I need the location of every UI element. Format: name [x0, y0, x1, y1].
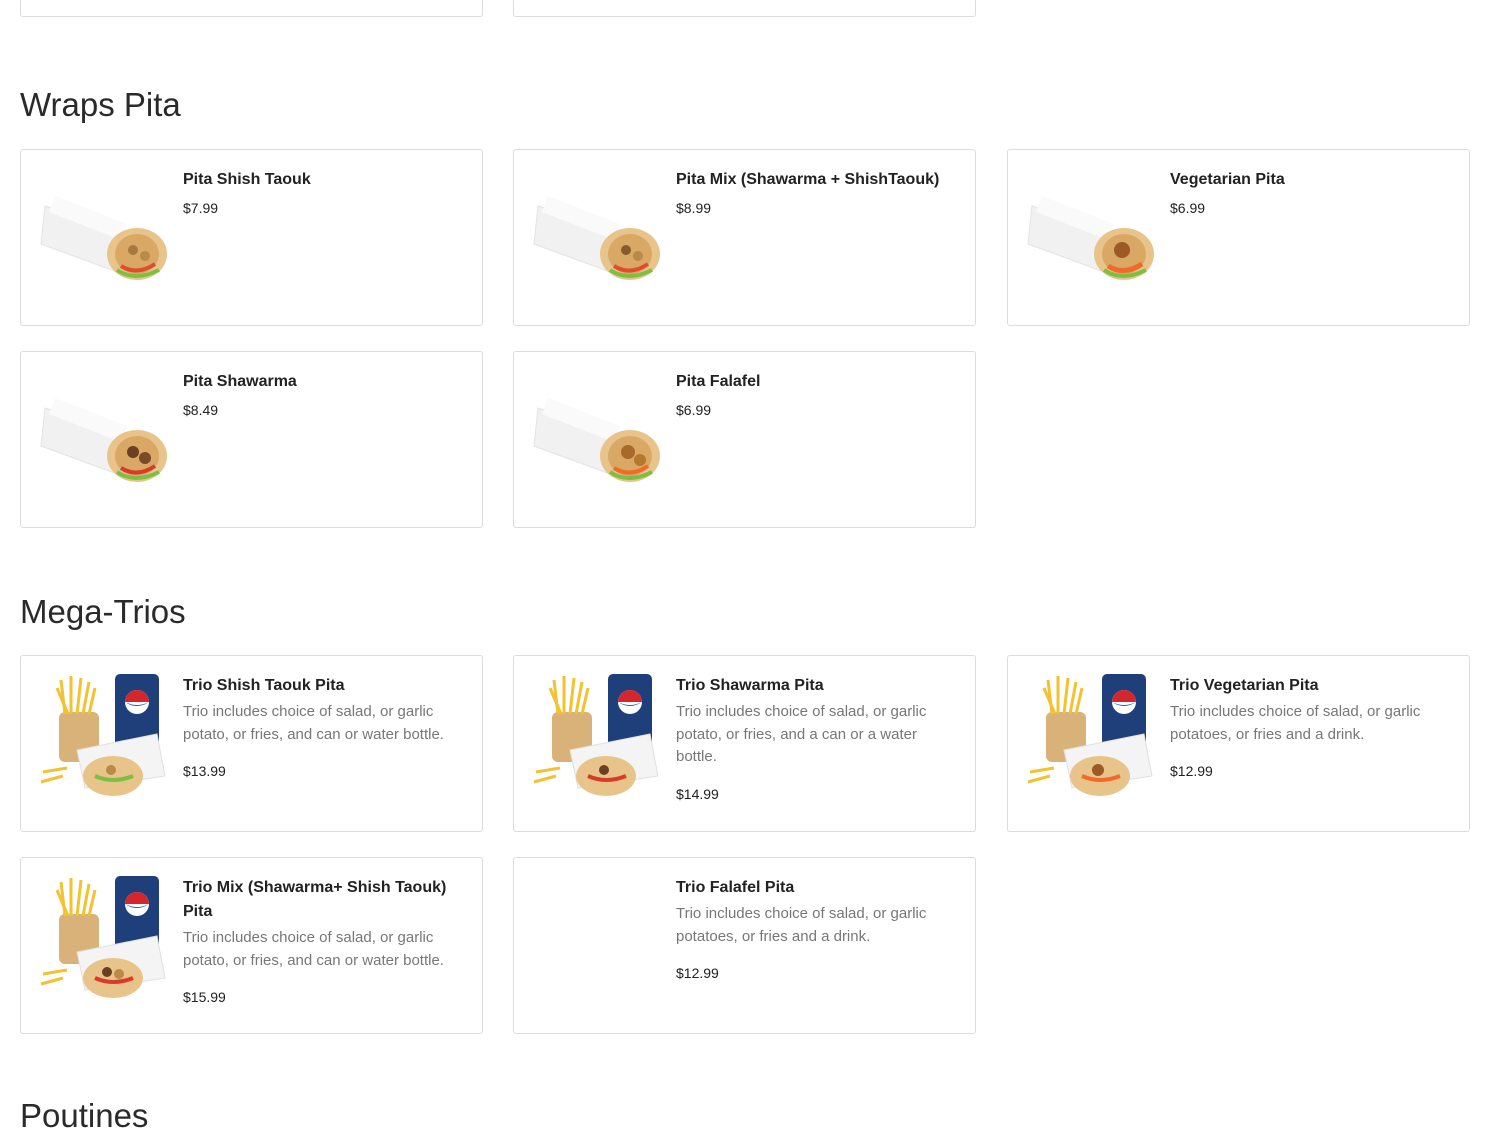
item-price: $13.99: [183, 763, 226, 779]
section-title-poutines: Poutines: [20, 1097, 149, 1128]
chicken-wrap-image: [37, 166, 167, 296]
item-price: $12.99: [1170, 763, 1213, 779]
trio-combo-image: [37, 672, 167, 802]
menu-item-card[interactable]: Trio Shawarma Pita Trio includes choice …: [513, 655, 976, 832]
item-price: $15.99: [183, 989, 226, 1005]
item-description: Trio includes choice of salad, or garlic…: [676, 905, 927, 945]
menu-item-card[interactable]: Trio Shish Taouk Pita Trio includes choi…: [20, 655, 483, 832]
item-price: $12.99: [676, 965, 719, 981]
item-description: Trio includes choice of salad, or garlic…: [183, 703, 444, 743]
item-price: $6.99: [1170, 200, 1206, 216]
item-name: Trio Shish Taouk Pita: [183, 677, 345, 694]
item-name: Vegetarian Pita: [1170, 171, 1285, 188]
menu-item-card[interactable]: Pita Shish Taouk $7.99: [20, 149, 483, 326]
menu-page: Wraps Pita Pita Shish Taouk $7.99 Pita M…: [0, 0, 1510, 1128]
item-description: Trio includes choice of salad, or garlic…: [676, 703, 927, 765]
item-description: Trio includes choice of salad, or garlic…: [1170, 703, 1421, 743]
item-price: $14.99: [676, 785, 719, 802]
menu-item-card[interactable]: Trio Falafel Pita Trio includes choice o…: [513, 857, 976, 1034]
menu-item-card[interactable]: Vegetarian Pita $6.99: [1007, 149, 1470, 326]
item-name: Trio Vegetarian Pita: [1170, 677, 1319, 694]
item-name: Pita Falafel: [676, 373, 761, 390]
item-price: $7.99: [183, 200, 219, 216]
item-price: $6.99: [676, 402, 712, 418]
section-title-wraps-pita: Wraps Pita: [20, 86, 181, 123]
menu-item-card[interactable]: [20, 0, 483, 17]
vegetarian-wrap-image: [1024, 166, 1154, 296]
falafel-wrap-image: [530, 368, 660, 498]
item-name: Pita Shawarma: [183, 373, 297, 390]
beef-wrap-image: [37, 368, 167, 498]
item-name: Trio Shawarma Pita: [676, 677, 824, 694]
menu-item-card[interactable]: Pita Falafel $6.99: [513, 351, 976, 528]
item-name: Pita Shish Taouk: [183, 171, 311, 188]
item-description: Trio includes choice of salad, or garlic…: [183, 929, 444, 969]
item-price: $8.49: [183, 402, 219, 418]
menu-item-card[interactable]: [513, 0, 976, 17]
trio-combo-image: [1024, 672, 1154, 802]
item-name: Trio Mix (Shawarma+ Shish Taouk) Pita: [183, 879, 447, 920]
trio-combo-image: [530, 672, 660, 802]
section-title-mega-trios: Mega-Trios: [20, 593, 186, 630]
menu-item-card[interactable]: Trio Vegetarian Pita Trio includes choic…: [1007, 655, 1470, 832]
item-price: $8.99: [676, 200, 712, 216]
mix-wrap-image: [530, 166, 660, 296]
menu-item-card[interactable]: Trio Mix (Shawarma+ Shish Taouk) Pita Tr…: [20, 857, 483, 1034]
item-name: Pita Mix (Shawarma + ShishTaouk): [676, 171, 940, 188]
trio-combo-image: [37, 874, 167, 1004]
item-name: Trio Falafel Pita: [676, 879, 795, 896]
menu-item-card[interactable]: Pita Mix (Shawarma + ShishTaouk) $8.99: [513, 149, 976, 326]
menu-item-card[interactable]: Pita Shawarma $8.49: [20, 351, 483, 528]
